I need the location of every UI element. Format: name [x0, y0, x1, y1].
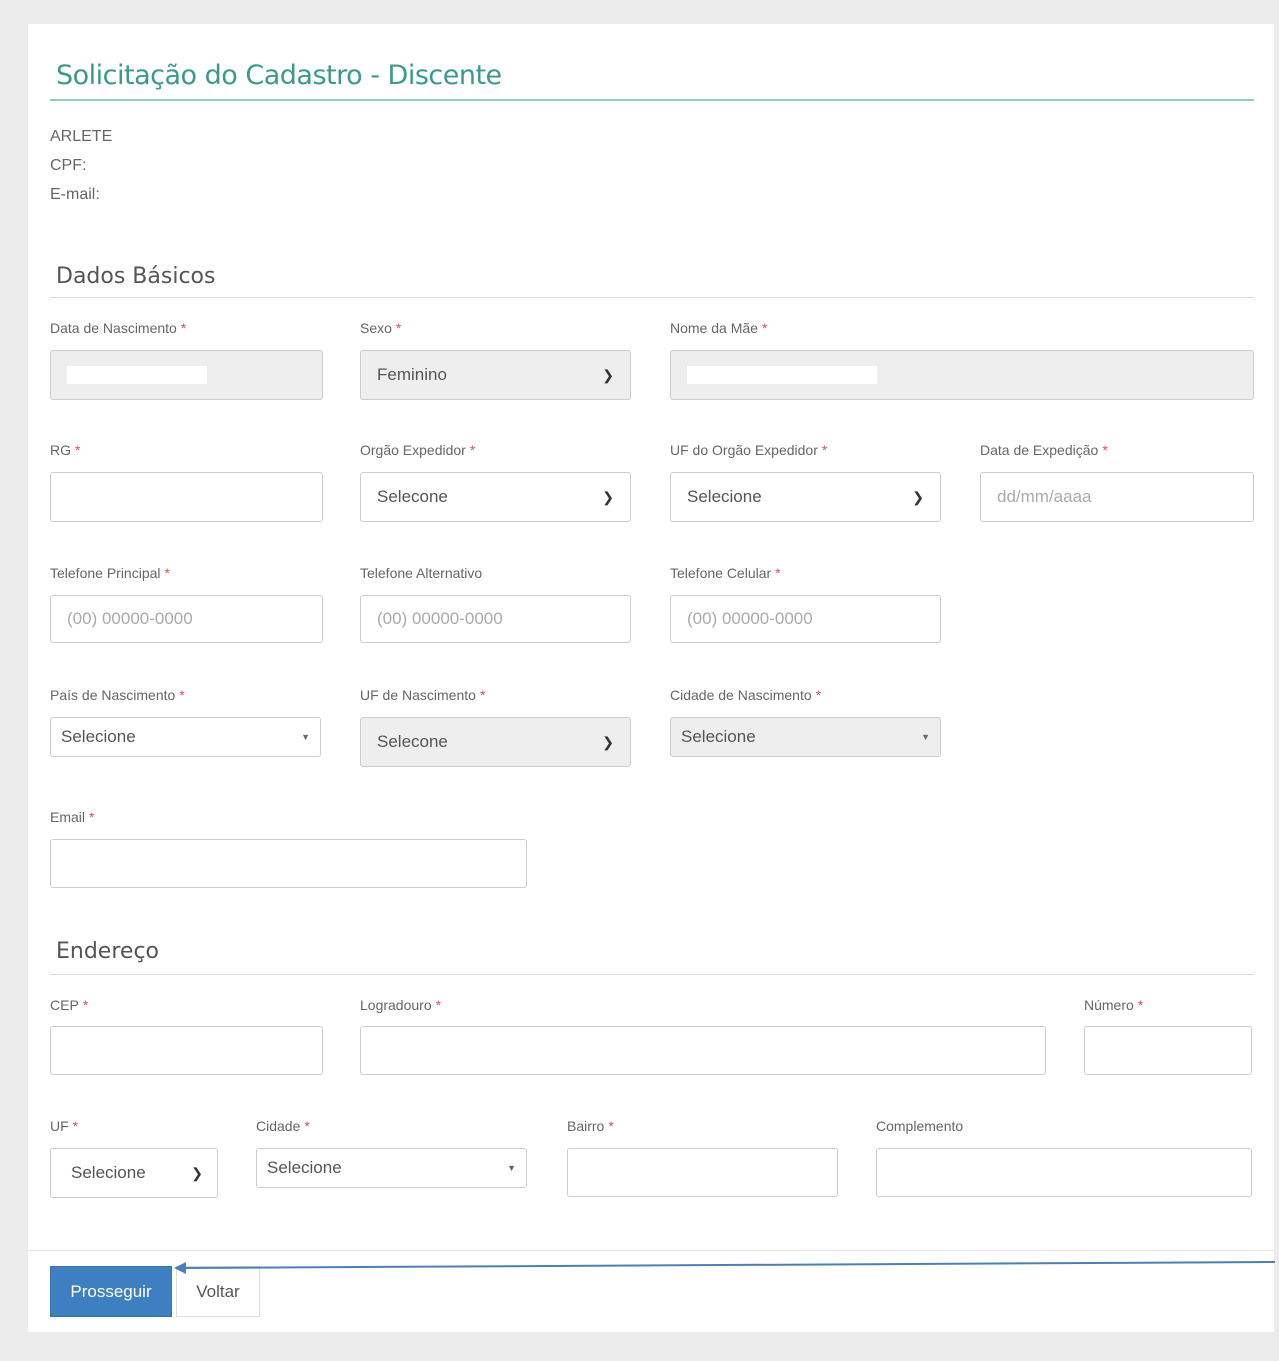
- rg-label: RG *: [50, 442, 81, 458]
- chevron-down-icon: ❯: [912, 488, 924, 505]
- rg-input[interactable]: [50, 472, 323, 522]
- arrow-head: [174, 1262, 186, 1274]
- complement-label: Complemento: [876, 1118, 964, 1134]
- chevron-down-icon: ❯: [191, 1164, 203, 1181]
- birth-city-label: Cidade de Nascimento *: [670, 687, 822, 703]
- birth-country-select[interactable]: Selecione ▼: [50, 717, 321, 757]
- issuer-select[interactable]: Selecone ❯: [360, 472, 631, 522]
- footer-divider: [28, 1250, 1274, 1251]
- annotation-arrow: [174, 1261, 1276, 1274]
- chevron-down-icon: ❯: [602, 733, 614, 750]
- birth-uf-select[interactable]: Selecone ❯: [360, 717, 631, 767]
- section-title-address: Endereço: [56, 939, 159, 964]
- birth-uf-label: UF de Nascimento *: [360, 687, 486, 703]
- email-input[interactable]: [50, 839, 527, 888]
- mother-name-label: Nome da Mãe *: [670, 320, 768, 336]
- caret-down-icon: ▼: [301, 732, 310, 742]
- issue-date-label: Data de Expedição *: [980, 442, 1108, 458]
- issuer-uf-select[interactable]: Selecione ❯: [670, 472, 941, 522]
- title-divider: [50, 99, 1254, 101]
- sex-select[interactable]: Feminino ❯: [360, 350, 631, 400]
- city-label: Cidade *: [256, 1118, 310, 1134]
- cep-label: CEP *: [50, 997, 89, 1013]
- section-divider-basic: [50, 297, 1254, 298]
- masked-value: [67, 366, 207, 384]
- page-title: Solicitação do Cadastro - Discente: [56, 60, 502, 91]
- birth-date-label: Data de Nascimento *: [50, 320, 187, 336]
- caret-down-icon: ▼: [921, 732, 930, 742]
- issuer-uf-label: UF do Orgão Expedidor *: [670, 442, 828, 458]
- email-label: Email *: [50, 809, 95, 825]
- complement-input[interactable]: [876, 1148, 1252, 1197]
- user-email: E-mail:: [50, 186, 100, 203]
- section-divider-address: [50, 974, 1254, 975]
- birth-date-field[interactable]: [50, 350, 323, 400]
- number-input[interactable]: [1084, 1026, 1252, 1075]
- phone-main-input[interactable]: (00) 00000-0000: [50, 595, 323, 643]
- phone-alt-input[interactable]: (00) 00000-0000: [360, 595, 631, 643]
- uf-select[interactable]: Selecione ❯: [50, 1148, 218, 1198]
- sex-label: Sexo *: [360, 320, 402, 336]
- form-panel: [28, 24, 1274, 1332]
- birth-city-select[interactable]: Selecione ▼: [670, 717, 941, 757]
- phone-cell-label: Telefone Celular *: [670, 565, 781, 581]
- street-input[interactable]: [360, 1026, 1046, 1075]
- city-select[interactable]: Selecione ▼: [256, 1148, 527, 1188]
- mother-name-field[interactable]: [670, 350, 1254, 400]
- caret-down-icon: ▼: [507, 1163, 516, 1173]
- phone-main-label: Telefone Principal *: [50, 565, 170, 581]
- masked-value: [687, 366, 877, 384]
- number-label: Número *: [1084, 997, 1144, 1013]
- cep-input[interactable]: [50, 1026, 323, 1075]
- uf-label: UF *: [50, 1118, 79, 1134]
- arrow-line: [181, 1261, 1276, 1269]
- issue-date-input[interactable]: dd/mm/aaaa: [980, 472, 1254, 522]
- user-cpf: CPF:: [50, 157, 87, 174]
- continue-button[interactable]: Prosseguir: [50, 1266, 172, 1317]
- birth-country-label: País de Nascimento *: [50, 687, 185, 703]
- phone-cell-input[interactable]: (00) 00000-0000: [670, 595, 941, 643]
- user-name: ARLETE: [50, 128, 113, 145]
- section-title-basic: Dados Básicos: [56, 264, 216, 289]
- phone-alt-label: Telefone Alternativo: [360, 565, 483, 581]
- district-input[interactable]: [567, 1148, 838, 1197]
- issuer-label: Orgão Expedidor *: [360, 442, 476, 458]
- street-label: Logradouro *: [360, 997, 442, 1013]
- district-label: Bairro *: [567, 1118, 614, 1134]
- chevron-down-icon: ❯: [602, 488, 614, 505]
- chevron-down-icon: ❯: [602, 366, 614, 383]
